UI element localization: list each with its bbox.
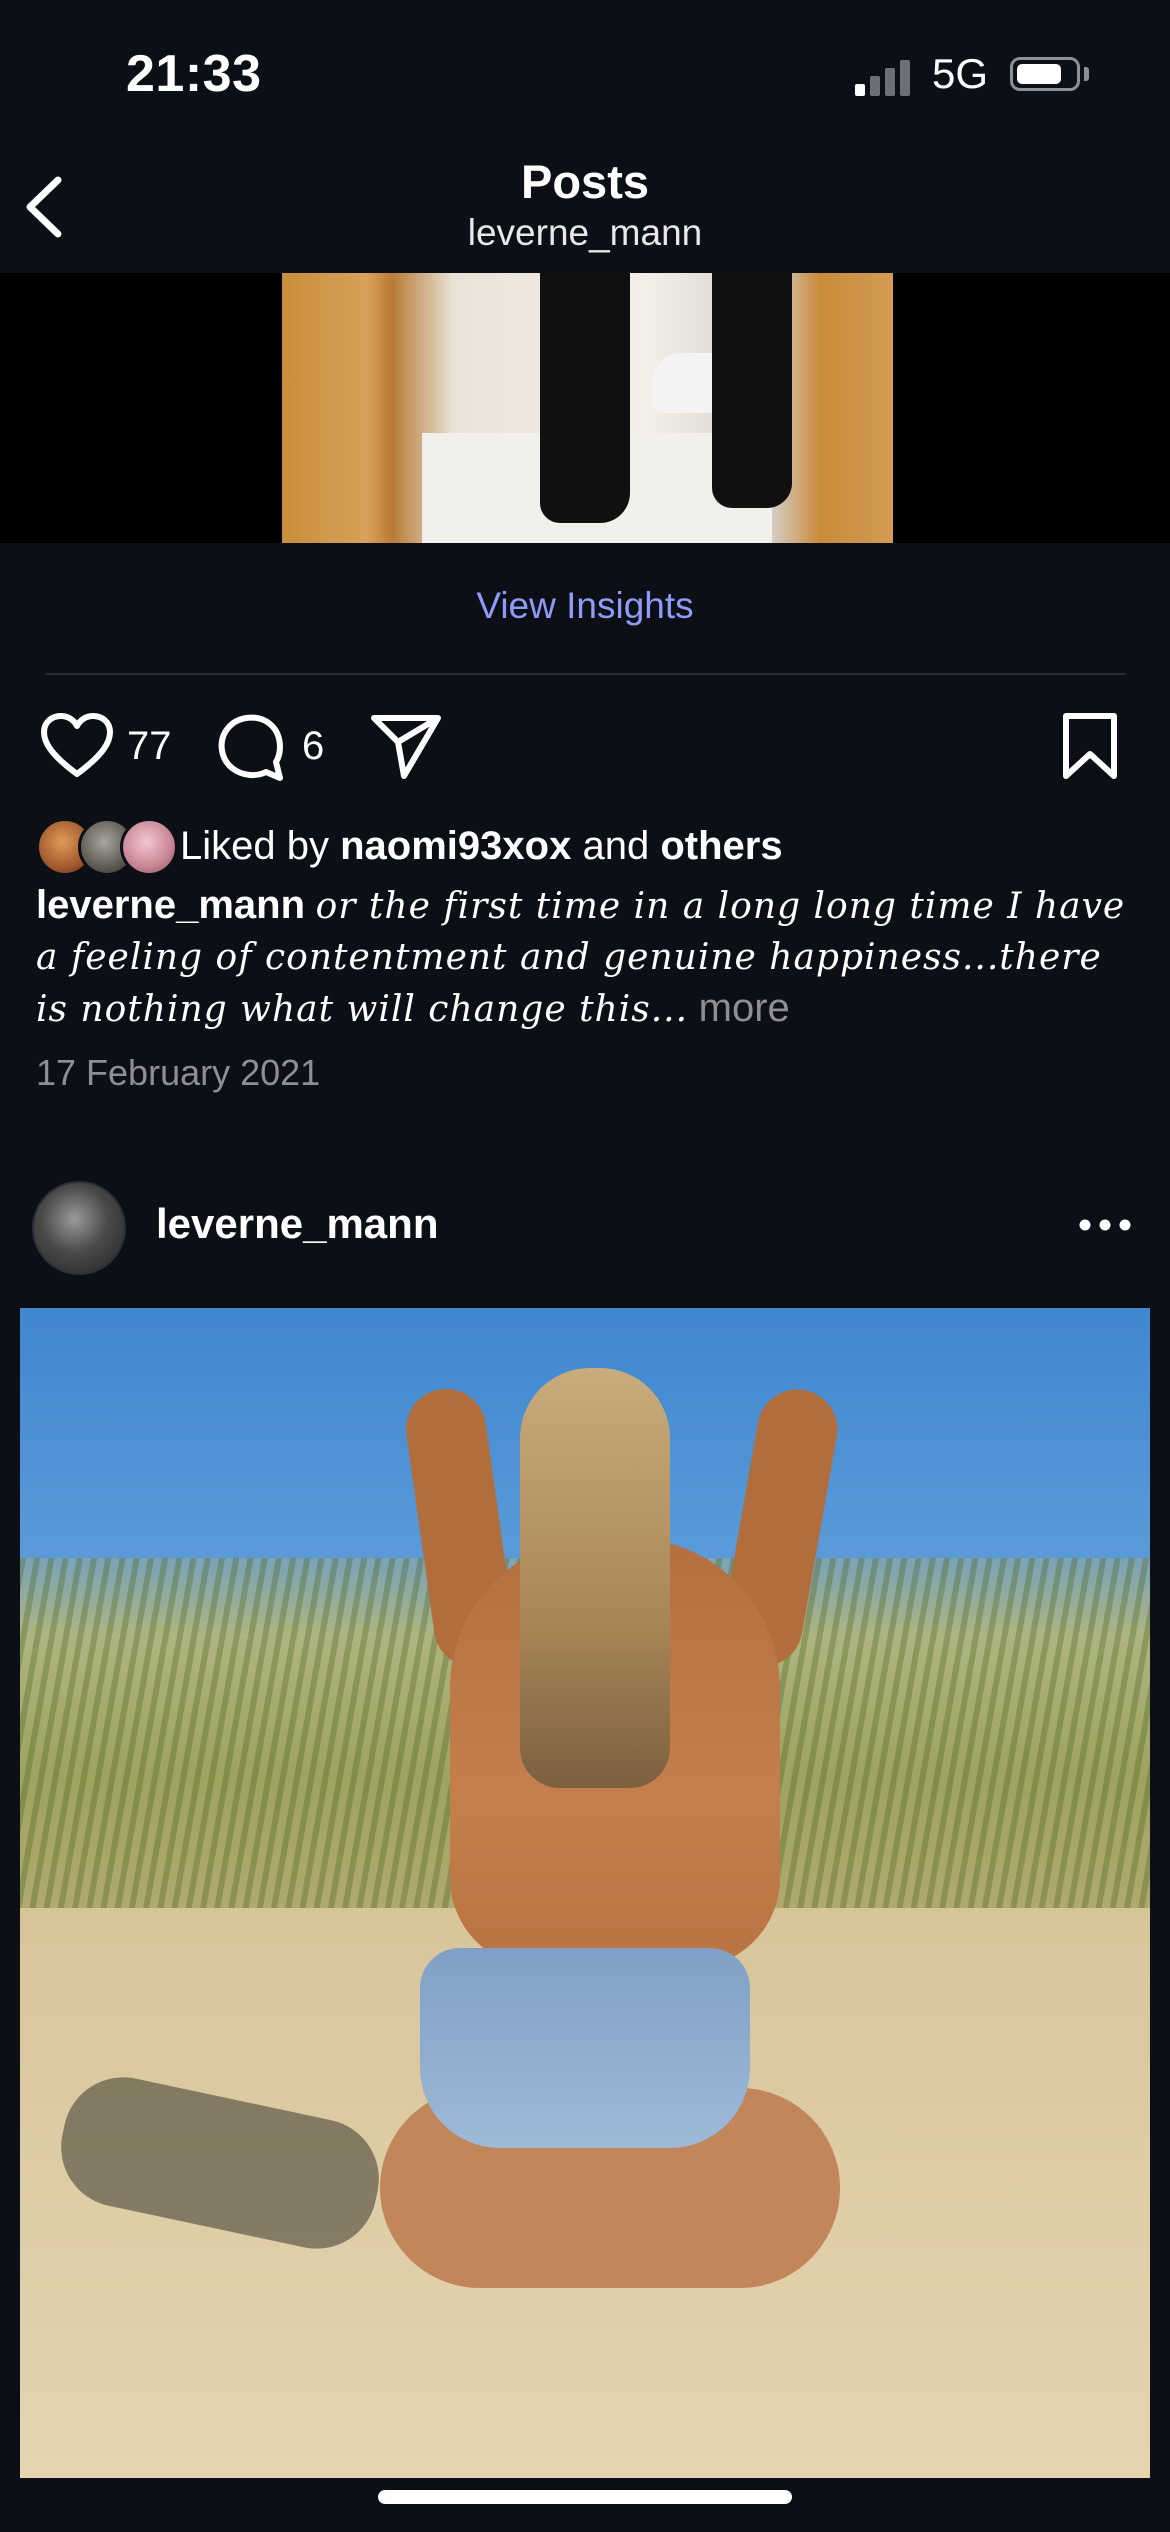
bookmark-icon[interactable] bbox=[1062, 712, 1118, 780]
liked-by-text[interactable]: Liked by naomi93xox and others bbox=[180, 824, 783, 869]
battery-icon bbox=[1010, 57, 1080, 91]
more-dots-icon[interactable] bbox=[1075, 1210, 1135, 1240]
comment-bubble-icon[interactable] bbox=[216, 712, 286, 782]
post-caption: leverne_mann or the first time in a long… bbox=[36, 880, 1136, 1035]
liked-by-user[interactable]: naomi93xox bbox=[340, 824, 571, 868]
paper-plane-icon[interactable] bbox=[370, 712, 442, 780]
avatar[interactable] bbox=[32, 1181, 126, 1275]
like-count[interactable]: 77 bbox=[127, 724, 172, 769]
post-username[interactable]: leverne_mann bbox=[156, 1200, 438, 1248]
liked-by-others[interactable]: others bbox=[660, 824, 782, 868]
page-title: Posts bbox=[521, 155, 649, 208]
comment-count[interactable]: 6 bbox=[302, 724, 324, 769]
post-image[interactable] bbox=[282, 273, 893, 543]
liked-by-joiner: and bbox=[582, 824, 650, 868]
network-type: 5G bbox=[932, 50, 989, 97]
liked-by-prefix: Liked by bbox=[180, 824, 329, 868]
page-subtitle: leverne_mann bbox=[467, 212, 703, 253]
view-insights-link[interactable]: View Insights bbox=[0, 585, 1170, 627]
home-indicator[interactable] bbox=[378, 2490, 792, 2504]
caption-username[interactable]: leverne_mann bbox=[36, 883, 305, 927]
heart-icon[interactable] bbox=[40, 712, 114, 780]
liked-by-avatars[interactable] bbox=[36, 818, 178, 876]
cellular-signal-icon bbox=[855, 56, 915, 96]
avatar bbox=[120, 818, 178, 876]
post-date: 17 February 2021 bbox=[36, 1052, 321, 1093]
status-time: 21:33 bbox=[126, 45, 262, 103]
battery-cap bbox=[1084, 67, 1089, 81]
post-image[interactable] bbox=[20, 1308, 1150, 2478]
divider bbox=[45, 673, 1125, 675]
caption-more-link[interactable]: more bbox=[699, 986, 790, 1030]
